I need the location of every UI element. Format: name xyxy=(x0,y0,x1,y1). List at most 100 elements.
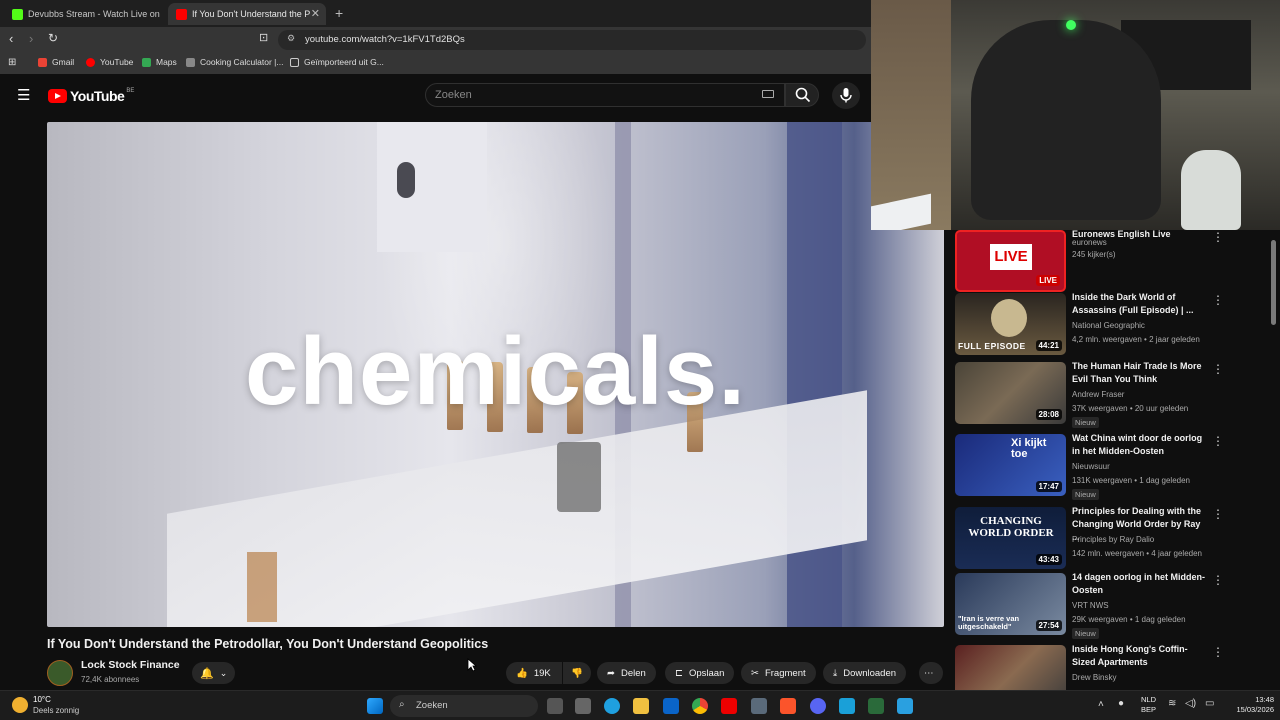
more-vertical-icon[interactable]: ⋮ xyxy=(1212,573,1224,587)
youtube-play-icon xyxy=(48,89,67,103)
chevron-down-icon: ⌄ xyxy=(219,667,228,678)
like-button[interactable]: 👍 19K xyxy=(506,662,562,684)
weather-icon[interactable] xyxy=(12,697,28,713)
more-vertical-icon[interactable]: ⋮ xyxy=(1212,507,1224,521)
live-badge: LIVE xyxy=(1036,275,1060,286)
forward-button[interactable]: › xyxy=(29,31,33,46)
gmail-icon xyxy=(38,57,47,67)
start-button[interactable] xyxy=(367,698,383,714)
video-thumbnail[interactable]: FULL EPISODE 44:21 xyxy=(955,293,1066,355)
bell-icon: 🔔 xyxy=(200,667,214,680)
video-thumbnail[interactable]: Xi kijkt toe 17:47 xyxy=(955,434,1066,496)
new-badge: Nieuw xyxy=(1072,489,1099,500)
voice-search-button[interactable] xyxy=(832,82,860,109)
recommendation-meta: 245 kijker(s) xyxy=(1072,250,1116,259)
recommendation-title: Inside Hong Kong's Coffin-Sized Apartmen… xyxy=(1072,644,1188,667)
more-vertical-icon[interactable]: ⋮ xyxy=(1212,362,1224,376)
video-thumbnail[interactable] xyxy=(955,645,1066,690)
chevron-up-icon[interactable]: ˄ xyxy=(1098,699,1104,710)
download-button[interactable]: ⤓ Downloaden xyxy=(823,662,907,684)
video-thumbnail[interactable]: "Iran is verre van uitgeschakeld" 27:54 xyxy=(955,573,1066,635)
recommendation-item[interactable]: "Iran is verre van uitgeschakeld" 27:54 … xyxy=(955,571,1255,639)
subscribe-bell-button[interactable]: 🔔 ⌄ xyxy=(192,662,236,684)
more-vertical-icon[interactable]: ⋮ xyxy=(1212,434,1224,448)
tab-devubbs[interactable]: Devubbs Stream - Watch Live on xyxy=(4,3,164,25)
search-input[interactable]: Zoeken xyxy=(425,83,785,107)
bookmark-cooking-calculator[interactable]: Cooking Calculator |... xyxy=(186,57,283,67)
address-bar[interactable]: ⚙ youtube.com/watch?v=1kFV1Td2BQs xyxy=(278,30,866,50)
video-player[interactable]: chemicals. xyxy=(47,122,944,627)
more-actions-button[interactable]: ⋯ xyxy=(919,662,943,684)
more-vertical-icon[interactable]: ⋮ xyxy=(1212,293,1224,307)
close-tab-icon[interactable]: ✕ xyxy=(311,7,320,20)
outlook-icon[interactable] xyxy=(663,698,679,714)
sidebar-scrollbar[interactable] xyxy=(1271,240,1276,325)
microphone-icon xyxy=(840,88,852,103)
url-text: youtube.com/watch?v=1kFV1Td2BQs xyxy=(305,34,465,45)
wifi-icon[interactable]: ≋ xyxy=(1168,698,1176,709)
share-button[interactable]: ➦ Delen xyxy=(597,662,656,684)
bookmark-gmail[interactable]: Gmail xyxy=(38,57,74,67)
bookmark-maps[interactable]: Maps xyxy=(142,57,177,67)
recommendation-channel: Drew Binsky xyxy=(1072,673,1117,682)
discord-icon[interactable] xyxy=(810,698,826,714)
obs-icon[interactable] xyxy=(868,698,884,714)
reload-button[interactable]: ↻ xyxy=(48,31,58,45)
thumbnail-label: FULL EPISODE xyxy=(958,341,1026,351)
recommendation-channel: VRT NWS xyxy=(1072,601,1109,610)
recommendation-item[interactable]: CHANGING WORLD ORDER 43:43 Principles fo… xyxy=(955,505,1255,569)
language-indicator[interactable]: NLD BEP xyxy=(1141,695,1156,715)
recommendation-item[interactable]: LIVE LIVE Euronews English Live euronews… xyxy=(955,230,1255,292)
menu-icon[interactable]: ☰ xyxy=(17,86,30,104)
recommendation-item[interactable]: FULL EPISODE 44:21 Inside the Dark World… xyxy=(955,291,1255,355)
app-icon[interactable] xyxy=(897,698,913,714)
channel-name[interactable]: Lock Stock Finance xyxy=(81,659,180,671)
more-horizontal-icon: ⋯ xyxy=(924,667,934,679)
tab-youtube-video[interactable]: If You Don't Understand the P ✕ xyxy=(168,3,326,25)
more-vertical-icon[interactable]: ⋮ xyxy=(1212,230,1224,244)
keyboard-icon[interactable] xyxy=(762,90,774,98)
volume-icon[interactable]: ◁) xyxy=(1185,698,1196,709)
apps-grid-icon[interactable]: ⊞ xyxy=(8,57,16,68)
back-button[interactable]: ‹ xyxy=(9,31,13,46)
clip-button[interactable]: ✂ Fragment xyxy=(741,662,816,684)
recommendation-item[interactable]: Xi kijkt toe 17:47 Wat China wint door d… xyxy=(955,432,1255,500)
video-title: If You Don't Understand the Petrodollar,… xyxy=(47,637,489,651)
youtube-icon xyxy=(86,57,95,67)
battery-icon[interactable]: ▭ xyxy=(1205,698,1214,709)
video-scene-nozzle xyxy=(557,442,601,512)
brave-icon[interactable] xyxy=(780,698,796,714)
bookmark-icon[interactable]: ⊡ xyxy=(259,31,268,44)
tab-title: Devubbs Stream - Watch Live on xyxy=(28,9,160,19)
calculator-icon[interactable] xyxy=(751,698,767,714)
task-view-icon[interactable] xyxy=(547,698,563,714)
scissors-icon: ✂ xyxy=(751,667,759,679)
more-vertical-icon[interactable]: ⋮ xyxy=(1212,645,1224,659)
recommendation-channel: National Geographic xyxy=(1072,321,1145,330)
channel-avatar[interactable] xyxy=(47,660,73,686)
recommendation-item[interactable]: 28:08 The Human Hair Trade Is More Evil … xyxy=(955,360,1255,428)
chrome-icon[interactable] xyxy=(692,698,708,714)
youtube-logo[interactable]: YouTube BE xyxy=(48,88,134,104)
video-thumbnail[interactable]: LIVE LIVE xyxy=(955,230,1066,292)
video-thumbnail[interactable]: 28:08 xyxy=(955,362,1066,424)
file-explorer-icon[interactable] xyxy=(633,698,649,714)
tray-icon[interactable]: ● xyxy=(1118,698,1124,709)
site-info-icon[interactable]: ⚙ xyxy=(287,33,295,44)
recommendation-item[interactable]: Inside Hong Kong's Coffin-Sized Apartmen… xyxy=(955,643,1255,690)
search-icon xyxy=(795,87,811,103)
edge-icon[interactable] xyxy=(604,698,620,714)
save-button[interactable]: ⊏ Opslaan xyxy=(665,662,735,684)
dislike-button[interactable]: 👎 xyxy=(563,662,591,684)
youtube-header: ☰ YouTube BE Zoeken xyxy=(0,74,871,118)
taskbar-search[interactable]: ⌕ Zoeken xyxy=(390,695,538,717)
youtube-app-icon[interactable] xyxy=(721,698,737,714)
bookmark-youtube[interactable]: YouTube xyxy=(86,57,133,67)
app-icon[interactable] xyxy=(839,698,855,714)
clock[interactable]: 13:48 15/03/2026 xyxy=(1228,695,1274,715)
video-thumbnail[interactable]: CHANGING WORLD ORDER 43:43 xyxy=(955,507,1066,569)
search-button[interactable] xyxy=(785,83,819,107)
store-icon[interactable] xyxy=(575,698,591,714)
new-tab-button[interactable]: + xyxy=(335,5,343,21)
bookmark-folder-imported[interactable]: Geïmporteerd uit G... xyxy=(290,57,384,67)
